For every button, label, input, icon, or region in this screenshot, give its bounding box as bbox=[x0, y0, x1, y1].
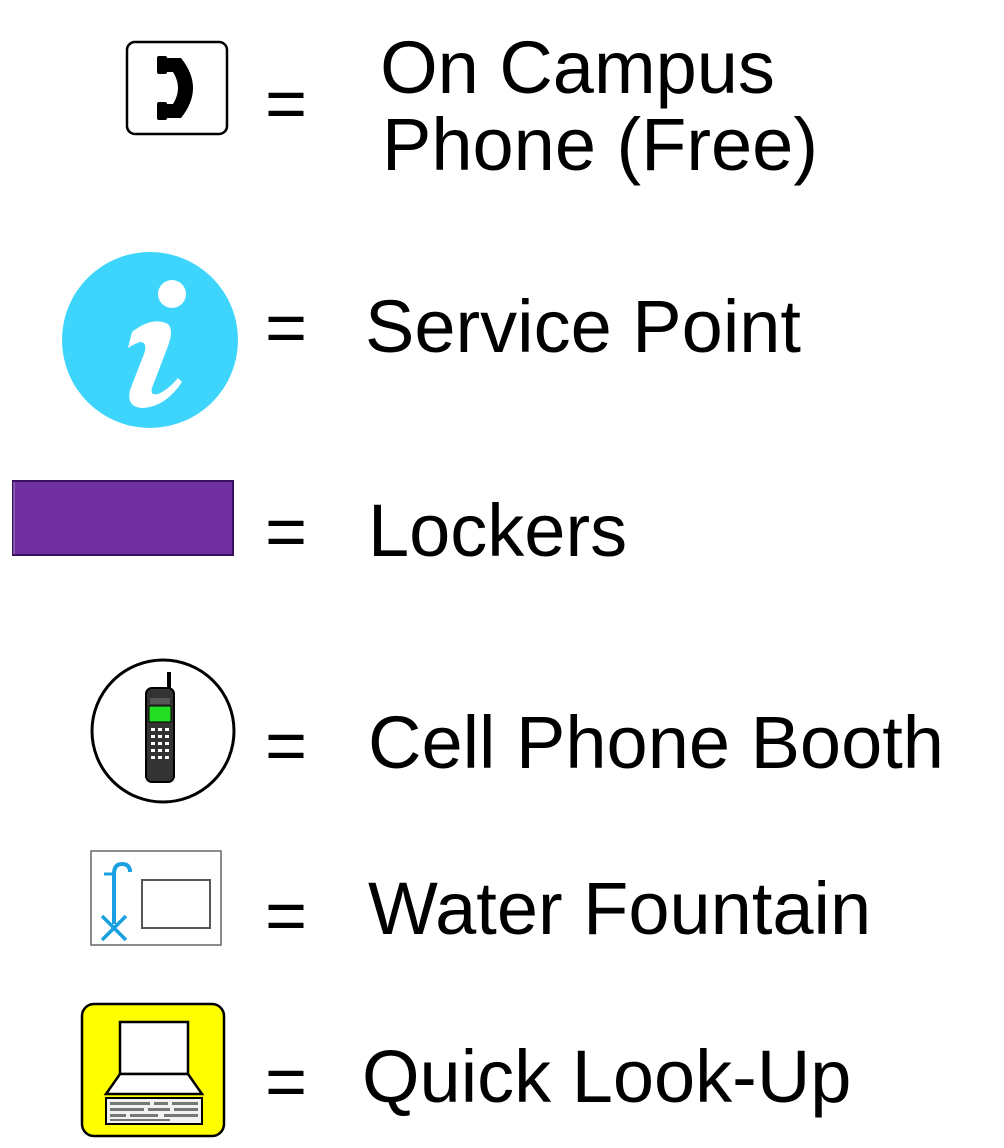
equals-sign: = bbox=[265, 1042, 308, 1122]
legend-item-water-fountain: = Water Fountain bbox=[0, 840, 1004, 960]
legend-label-lockers: Lockers bbox=[368, 489, 628, 572]
legend-label-water-fountain: Water Fountain bbox=[368, 867, 872, 950]
legend-label-service-point: Service Point bbox=[365, 285, 801, 368]
quick-look-up-computer-icon bbox=[80, 1002, 226, 1138]
legend-label-cell-phone-booth: Cell Phone Booth bbox=[368, 701, 944, 784]
legend-label-on-campus-phone: On Campus Phone (Free) bbox=[365, 29, 835, 186]
service-point-info-icon bbox=[62, 252, 238, 428]
lockers-swatch-icon bbox=[12, 480, 234, 556]
legend-label-line1: On Campus bbox=[380, 26, 775, 109]
legend-label-quick-look-up: Quick Look-Up bbox=[362, 1035, 852, 1118]
legend-label-line2: Phone (Free) bbox=[382, 102, 818, 186]
legend-item-lockers: = Lockers bbox=[0, 460, 1004, 590]
equals-sign: = bbox=[265, 64, 308, 144]
equals-sign: = bbox=[265, 706, 308, 786]
legend-item-quick-look-up: = Quick Look-Up bbox=[0, 990, 1004, 1148]
cell-phone-booth-icon bbox=[90, 658, 236, 804]
equals-sign: = bbox=[265, 876, 308, 956]
equals-sign: = bbox=[265, 288, 308, 368]
legend-item-cell-phone-booth: = Cell Phone Booth bbox=[0, 650, 1004, 810]
water-fountain-icon bbox=[90, 850, 222, 946]
legend-item-on-campus-phone: = On Campus Phone (Free) bbox=[0, 0, 1004, 230]
legend-item-service-point: = Service Point bbox=[0, 230, 1004, 428]
on-campus-phone-icon bbox=[125, 40, 229, 136]
equals-sign: = bbox=[265, 492, 308, 572]
